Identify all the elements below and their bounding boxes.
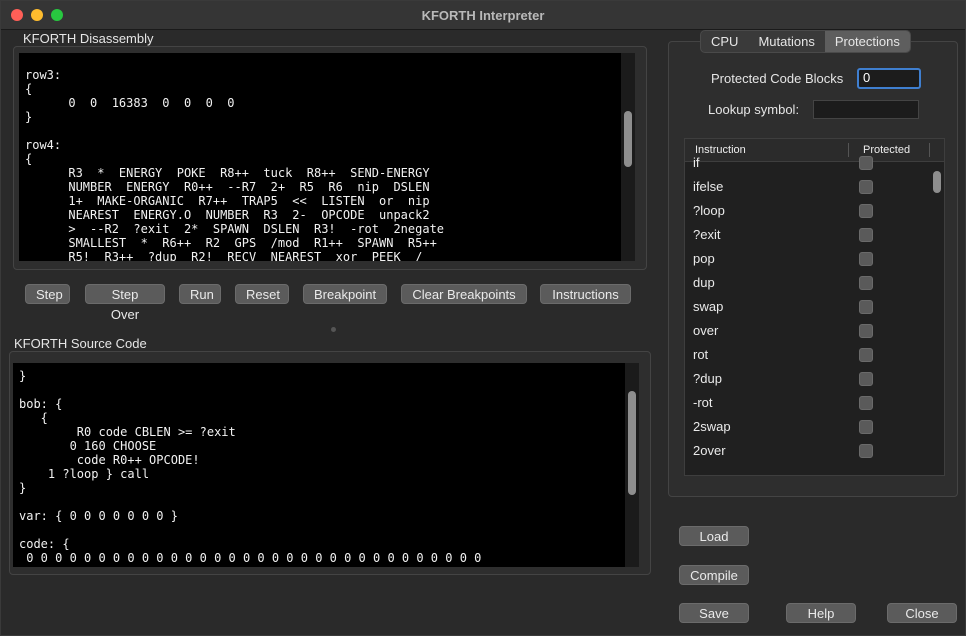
table-row[interactable]: ifelse [685, 175, 930, 199]
table-row[interactable]: ?exit [685, 223, 930, 247]
title-bar: KFORTH Interpreter [1, 1, 965, 30]
disassembly-text: row3: { 0 0 16383 0 0 0 0 } row4: { R3 *… [25, 68, 445, 261]
tab-bar: CPU Mutations Protections [700, 30, 911, 53]
protected-checkbox[interactable] [859, 228, 873, 242]
close-button[interactable]: Close [887, 603, 957, 623]
protected-checkbox[interactable] [859, 180, 873, 194]
protected-checkbox[interactable] [859, 420, 873, 434]
instruction-name: ?exit [693, 227, 721, 242]
instruction-name: over [693, 323, 719, 338]
compile-button[interactable]: Compile [679, 565, 749, 585]
instruction-name: swap [693, 299, 724, 314]
run-button[interactable]: Run [179, 284, 221, 304]
save-button[interactable]: Save [679, 603, 749, 623]
protected-checkbox[interactable] [859, 396, 873, 410]
splitter-handle[interactable] [331, 327, 336, 332]
tab-protections[interactable]: Protections [824, 31, 910, 52]
table-row[interactable]: -rot [685, 391, 930, 415]
protected-checkbox[interactable] [859, 372, 873, 386]
table-row[interactable]: ?loop [685, 199, 930, 223]
protected-blocks-label: Protected Code Blocks [711, 71, 844, 86]
source-text: } bob: { { R0 code CBLEN >= ?exit 0 160 … [19, 369, 482, 565]
maximize-window-icon[interactable] [51, 9, 63, 21]
protected-checkbox[interactable] [859, 300, 873, 314]
close-window-icon[interactable] [11, 9, 23, 21]
instructions-button[interactable]: Instructions [540, 284, 631, 304]
kforth-interpreter-window: KFORTH Interpreter KFORTH Disassembly ro… [0, 0, 966, 636]
reset-button[interactable]: Reset [235, 284, 289, 304]
instruction-name: dup [693, 275, 715, 290]
breakpoint-button[interactable]: Breakpoint [303, 284, 387, 304]
protected-checkbox[interactable] [859, 348, 873, 362]
step-button[interactable]: Step [25, 284, 70, 304]
instruction-name: rot [693, 347, 709, 362]
source-editor[interactable]: } bob: { { R0 code CBLEN >= ?exit 0 160 … [13, 363, 625, 567]
window-title: KFORTH Interpreter [421, 7, 545, 23]
lookup-symbol-input[interactable] [813, 100, 919, 119]
source-scrollbar[interactable] [625, 363, 639, 567]
table-row[interactable]: rot [685, 343, 930, 367]
instruction-name: 2swap [693, 419, 731, 434]
table-row[interactable]: if [685, 151, 930, 175]
instruction-name: -rot [693, 395, 713, 410]
instruction-name: ?loop [693, 203, 725, 218]
instruction-name: ifelse [693, 179, 724, 194]
table-row[interactable]: dup [685, 271, 930, 295]
step-over-button[interactable]: Step Over [85, 284, 165, 322]
table-row[interactable]: ?dup [685, 367, 930, 391]
instructions-table: Instruction Protected if ifelse ?loop ?exit… [684, 138, 945, 476]
source-label: KFORTH Source Code [14, 336, 147, 351]
disassembly-scrollbar[interactable] [621, 53, 635, 261]
protected-checkbox[interactable] [859, 252, 873, 266]
help-button[interactable]: Help [786, 603, 856, 623]
tab-mutations[interactable]: Mutations [748, 31, 824, 52]
disassembly-label: KFORTH Disassembly [23, 31, 154, 46]
instruction-name: pop [693, 251, 715, 266]
protected-checkbox[interactable] [859, 324, 873, 338]
protected-checkbox[interactable] [859, 444, 873, 458]
table-row[interactable]: over [685, 319, 930, 343]
table-row[interactable]: pop [685, 247, 930, 271]
table-row[interactable]: 2over [685, 439, 930, 463]
instruction-name: if [693, 155, 700, 170]
tab-cpu[interactable]: CPU [701, 31, 748, 52]
instruction-name: ?dup [693, 371, 722, 386]
load-button[interactable]: Load [679, 526, 749, 546]
protected-checkbox[interactable] [859, 156, 873, 170]
minimize-window-icon[interactable] [31, 9, 43, 21]
lookup-symbol-label: Lookup symbol: [708, 102, 800, 117]
disassembly-scroll-thumb[interactable] [624, 111, 632, 167]
disassembly-view[interactable]: row3: { 0 0 16383 0 0 0 0 } row4: { R3 *… [19, 53, 621, 261]
instruction-name: 2over [693, 443, 726, 458]
protected-checkbox[interactable] [859, 204, 873, 218]
clear-breakpoints-button[interactable]: Clear Breakpoints [401, 284, 527, 304]
protected-checkbox[interactable] [859, 276, 873, 290]
table-scrollbar[interactable] [930, 162, 944, 475]
protected-blocks-input[interactable]: 0 [857, 68, 921, 89]
source-scroll-thumb[interactable] [628, 391, 636, 495]
table-scroll-thumb[interactable] [933, 171, 941, 193]
table-row[interactable]: 2swap [685, 415, 930, 439]
table-row[interactable]: swap [685, 295, 930, 319]
window-controls [11, 9, 63, 21]
